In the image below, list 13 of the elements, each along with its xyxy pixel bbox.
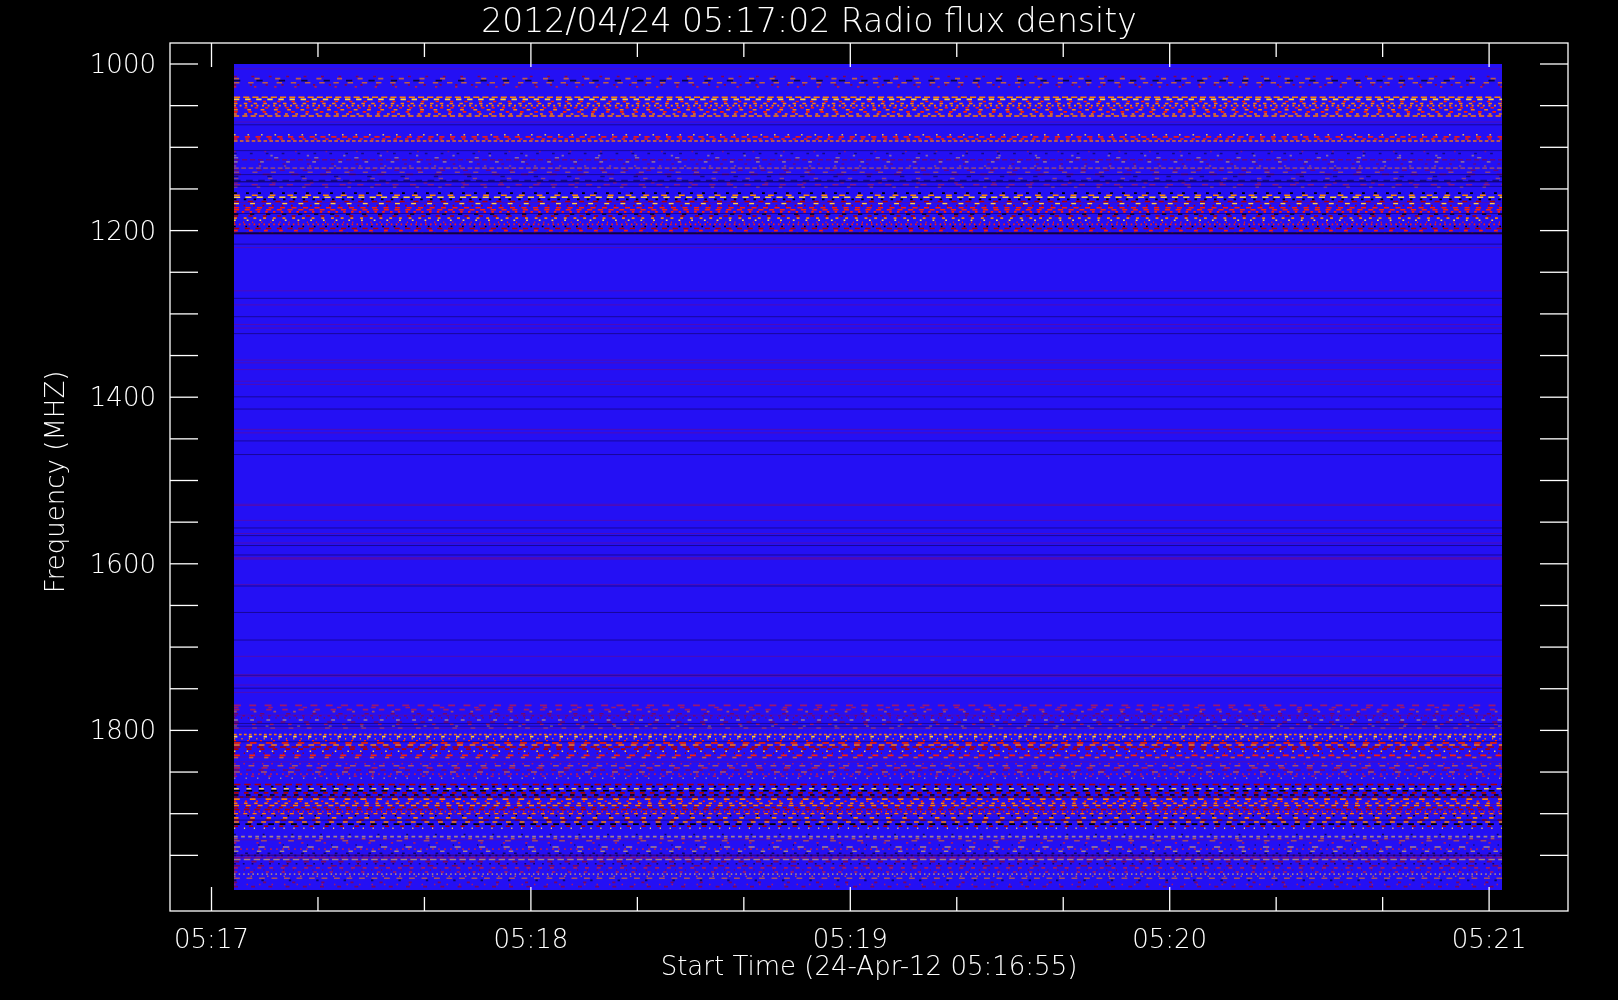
tick-label: 1000 (89, 49, 156, 79)
tick-label: 05:17 (174, 924, 249, 954)
tick-label: 1800 (89, 715, 156, 746)
tick-label: 1200 (89, 215, 156, 246)
tick-label: 05:21 (1451, 924, 1527, 954)
tick-label: 05:18 (493, 924, 569, 954)
axis-title: Frequency (MHZ) (40, 370, 70, 594)
axis-title: Start Time (24-Apr-12 05:16:55) (660, 951, 1078, 981)
tick-label: 1400 (89, 382, 156, 413)
tick-label: 05:19 (812, 924, 888, 954)
tick-label: 05:20 (1132, 924, 1208, 954)
tick-label: 1600 (89, 548, 156, 579)
chart-title: 2012/04/24 05:17:02 Radio flux density (481, 1, 1137, 40)
